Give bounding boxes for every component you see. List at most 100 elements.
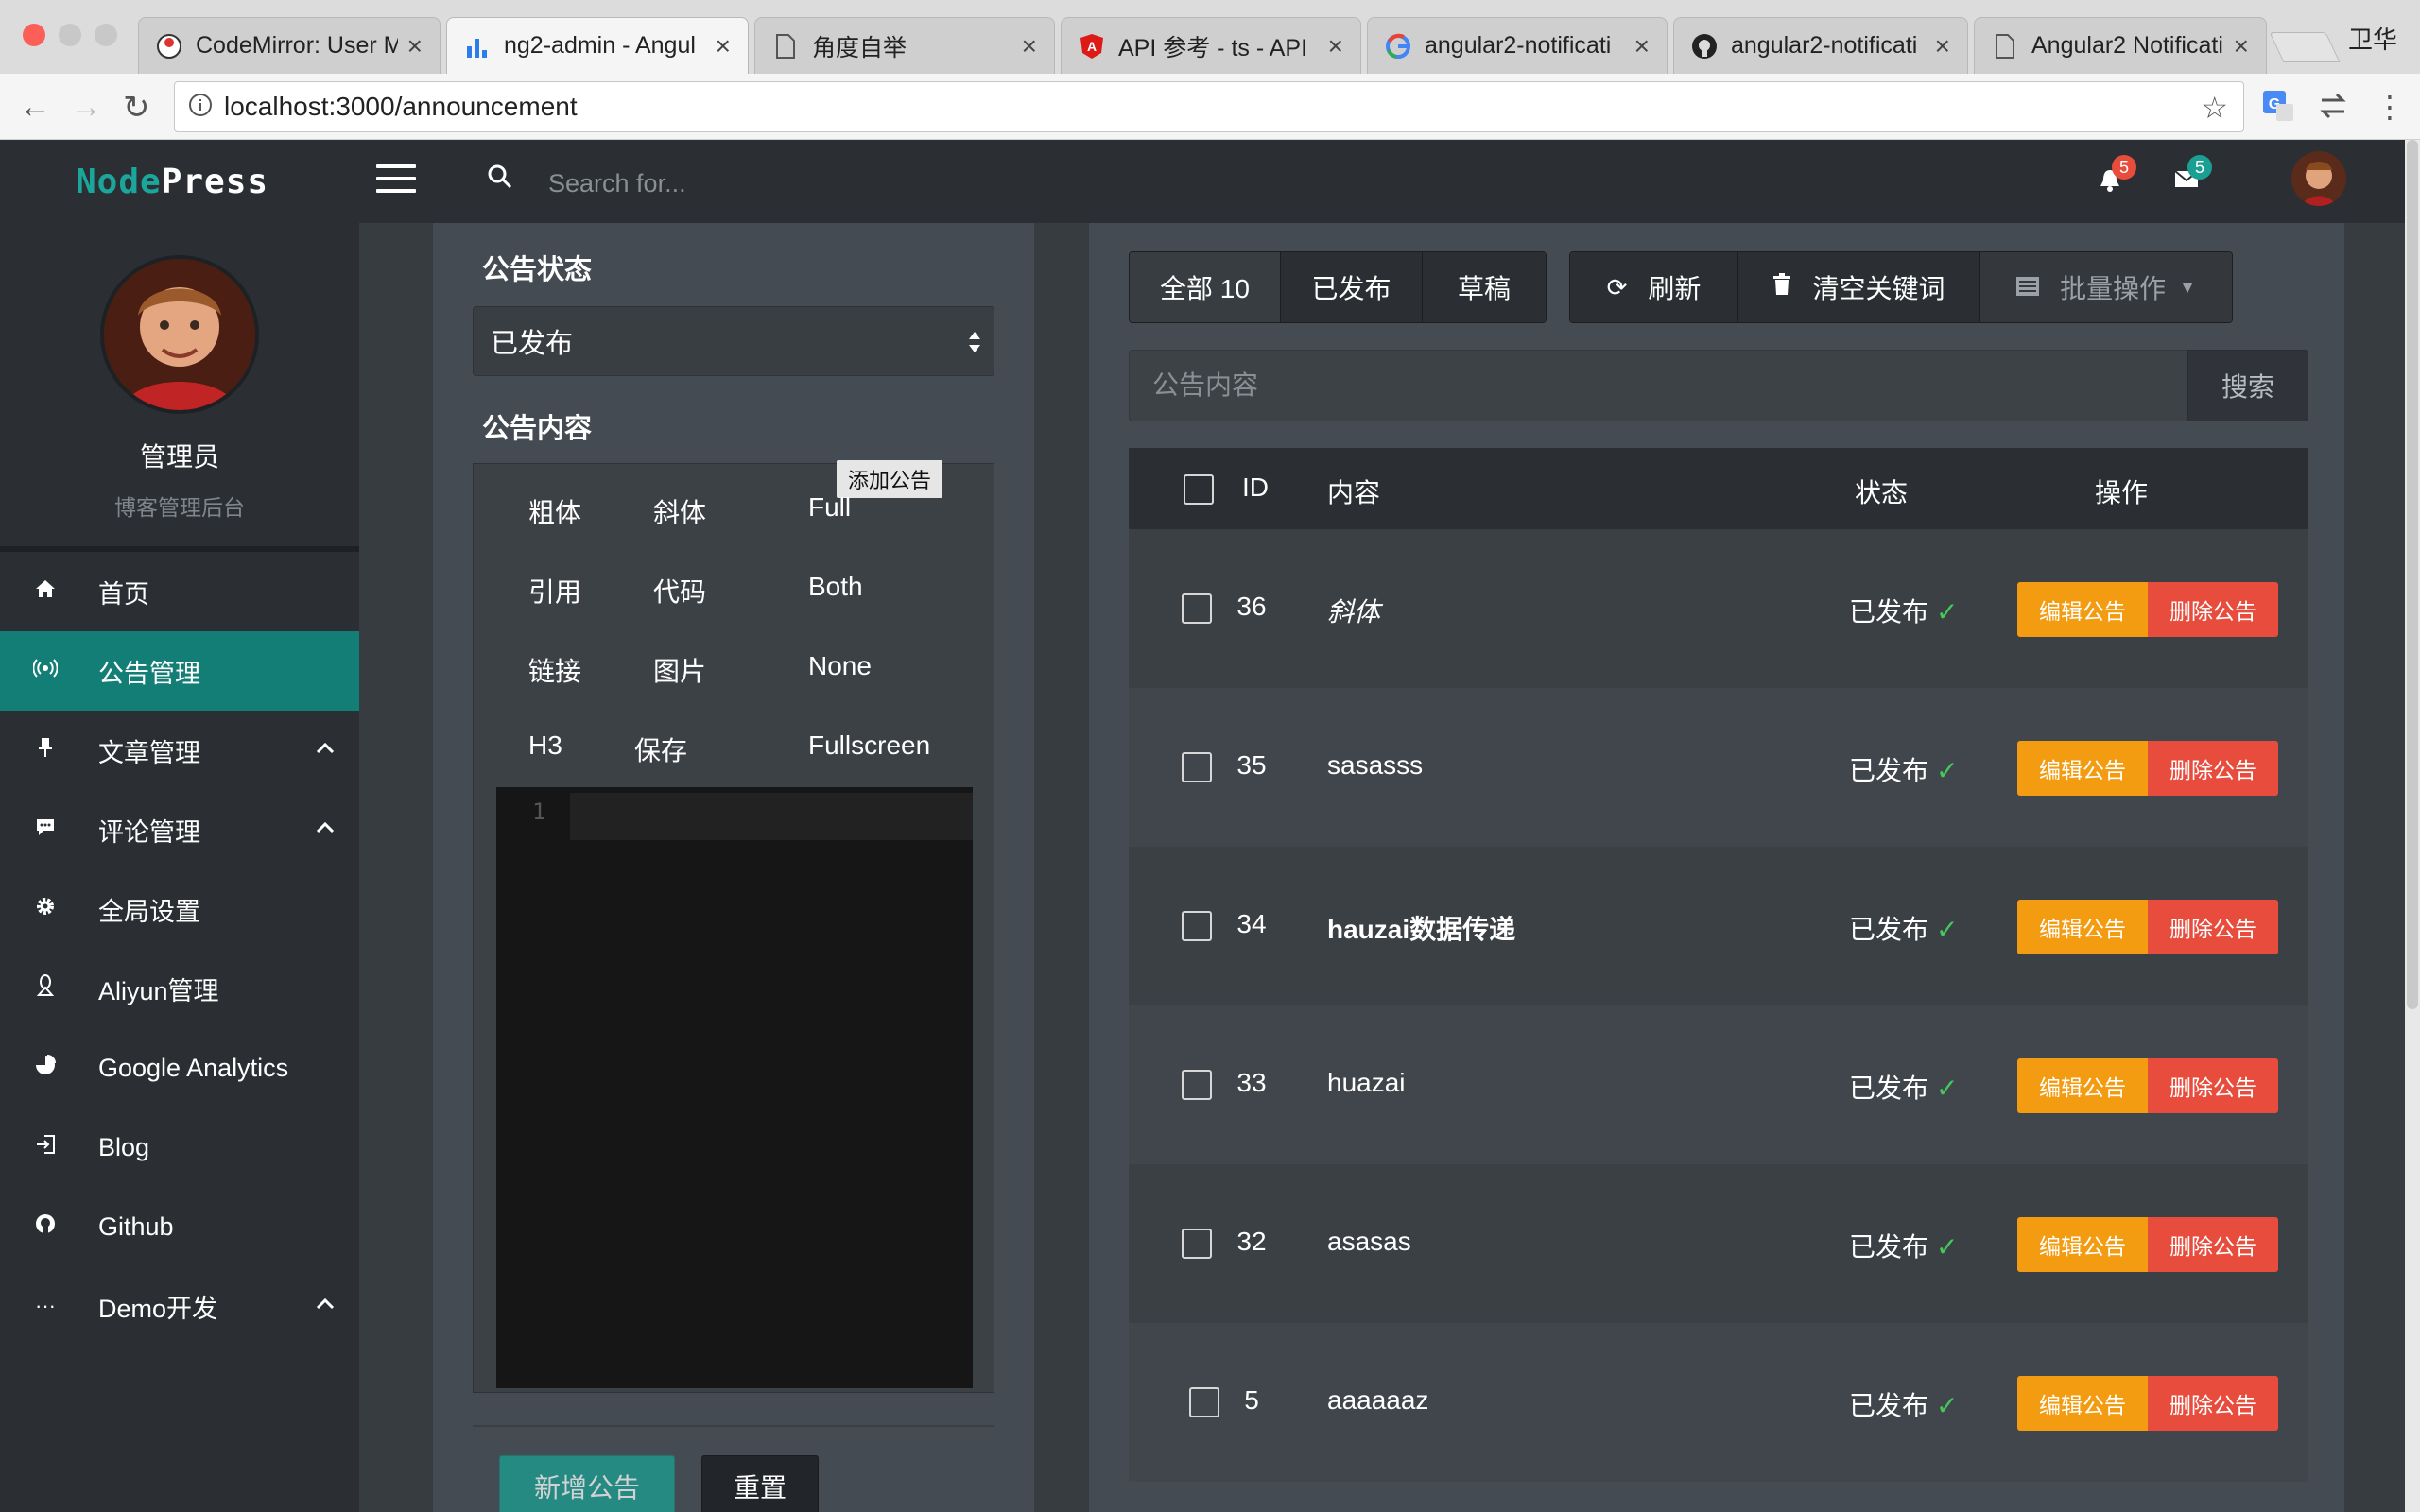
sidebar-item-google-analytics[interactable]: Google Analytics (0, 1028, 359, 1108)
keyword-search-input[interactable] (1129, 350, 2187, 421)
close-icon[interactable]: × (1634, 31, 1650, 61)
row-checkbox[interactable] (1182, 1070, 1212, 1100)
row-content: aaaaaaz (1327, 1385, 1429, 1415)
sidebar-item-blog[interactable]: Blog (0, 1108, 359, 1187)
check-icon: ✓ (1936, 597, 1959, 627)
filter-published-button[interactable]: 已发布 (1281, 252, 1423, 322)
browser-tab[interactable]: 角度自举 × (754, 17, 1055, 74)
select-arrows-icon (969, 332, 980, 352)
sidebar-item-articles[interactable]: 文章管理 (0, 711, 359, 790)
close-icon[interactable]: × (2234, 31, 2249, 61)
profile-username: 管理员 (139, 442, 219, 472)
url-field[interactable]: localhost:3000/announcement ☆ (174, 81, 2244, 132)
delete-announcement-button[interactable]: 删除公告 (2148, 1217, 2278, 1272)
notification-bell-icon[interactable]: 5 (2099, 155, 2136, 195)
sidebar-item-github[interactable]: Github (0, 1187, 359, 1266)
window-zoom-button[interactable] (95, 24, 117, 46)
select-all-checkbox[interactable] (1184, 474, 1214, 505)
sidebar-item-home[interactable]: 首页 (0, 552, 359, 631)
forward-arrow-icon[interactable]: → (70, 89, 102, 126)
user-avatar[interactable] (2291, 151, 2346, 206)
edit-announcement-button[interactable]: 编辑公告 (2017, 1376, 2148, 1431)
page-scrollbar-thumb[interactable] (2407, 140, 2418, 1009)
chevron-up-icon[interactable] (312, 815, 338, 841)
global-search-input[interactable] (548, 164, 1021, 202)
edit-announcement-button[interactable]: 编辑公告 (2017, 582, 2148, 637)
row-status: 已发布 ✓ (1849, 1068, 1958, 1106)
browser-tab[interactable]: CodeMirror: User M × (138, 17, 441, 74)
toolbar-h3-button[interactable]: H3 (528, 730, 562, 761)
toolbar-full-button[interactable]: Full (808, 492, 851, 523)
sidebar-item-announcement[interactable]: 公告管理 (0, 631, 359, 711)
status-select[interactable]: 已发布 (473, 306, 994, 376)
sidebar-item-demo[interactable]: ··· Demo开发 (0, 1266, 359, 1346)
row-checkbox[interactable] (1182, 1228, 1212, 1259)
close-icon[interactable]: × (407, 31, 423, 61)
edit-announcement-button[interactable]: 编辑公告 (2017, 900, 2148, 954)
message-envelope-icon[interactable]: 5 (2174, 155, 2212, 195)
browser-tab-active[interactable]: ng2-admin - Angul × (446, 17, 749, 74)
proxy-extension-icon[interactable] (2316, 89, 2350, 123)
new-tab-button[interactable] (2269, 32, 2341, 62)
toolbar-none-button[interactable]: None (808, 651, 872, 681)
chevron-up-icon[interactable] (312, 735, 338, 762)
toolbar-quote-button[interactable]: 引用 (528, 572, 581, 610)
hamburger-menu-icon[interactable] (376, 164, 416, 193)
close-icon[interactable]: × (716, 31, 731, 61)
row-id: 34 (1236, 909, 1267, 938)
toolbar-code-button[interactable]: 代码 (653, 572, 706, 610)
toolbar-save-button[interactable]: 保存 (634, 730, 687, 768)
toolbar-both-button[interactable]: Both (808, 572, 863, 602)
filter-draft-button[interactable]: 草稿 (1423, 252, 1546, 322)
refresh-button[interactable]: ⟳ 刷新 (1570, 252, 1738, 322)
batch-actions-dropdown[interactable]: 批量操作 ▼ (1980, 252, 2232, 322)
window-minimize-button[interactable] (59, 24, 81, 46)
toolbar-image-button[interactable]: 图片 (653, 651, 706, 689)
row-checkbox[interactable] (1189, 1387, 1219, 1418)
close-icon[interactable]: × (1022, 31, 1037, 61)
toolbar-link-button[interactable]: 链接 (528, 651, 581, 689)
translate-extension-icon[interactable]: G (2261, 89, 2295, 123)
bookmark-star-icon[interactable]: ☆ (2201, 90, 2228, 126)
app-logo[interactable]: NodePress (76, 163, 268, 201)
sidebar-item-settings[interactable]: 全局设置 (0, 869, 359, 949)
row-checkbox[interactable] (1182, 593, 1212, 624)
reload-icon[interactable]: ↻ (123, 89, 150, 127)
delete-announcement-button[interactable]: 删除公告 (2148, 582, 2278, 637)
delete-announcement-button[interactable]: 删除公告 (2148, 1058, 2278, 1113)
chevron-up-icon[interactable] (312, 1291, 338, 1317)
delete-announcement-button[interactable]: 删除公告 (2148, 900, 2278, 954)
code-editor-area[interactable]: 1 (496, 787, 973, 1388)
edit-announcement-button[interactable]: 编辑公告 (2017, 741, 2148, 796)
reset-button[interactable]: 重置 (701, 1455, 819, 1512)
close-icon[interactable]: × (1935, 31, 1950, 61)
menu-dots-icon[interactable]: ⋮ (2375, 89, 2405, 125)
sidebar-item-comments[interactable]: 评论管理 (0, 790, 359, 869)
sidebar-item-aliyun[interactable]: Aliyun管理 (0, 949, 359, 1028)
close-icon[interactable]: × (1328, 31, 1343, 61)
add-announcement-button[interactable]: 新增公告 (499, 1455, 675, 1512)
edit-announcement-button[interactable]: 编辑公告 (2017, 1058, 2148, 1113)
clear-keyword-button[interactable]: 清空关键词 (1738, 252, 1980, 322)
delete-announcement-button[interactable]: 删除公告 (2148, 1376, 2278, 1431)
toolbar-bold-button[interactable]: 粗体 (528, 492, 581, 530)
sign-in-icon (32, 1134, 59, 1160)
row-checkbox[interactable] (1182, 911, 1212, 941)
delete-announcement-button[interactable]: 删除公告 (2148, 741, 2278, 796)
browser-profile-name[interactable]: 卫华 (2348, 21, 2397, 56)
browser-tab[interactable]: angular2-notificati × (1673, 17, 1968, 74)
browser-tab[interactable]: Angular2 Notificati × (1974, 17, 2267, 74)
back-arrow-icon[interactable]: ← (19, 89, 51, 126)
announcement-list-panel: 全部 10 已发布 草稿 ⟳ 刷新 清空关键词 批量操作 ▼ 搜索 ID (1089, 223, 2344, 1512)
filter-all-button[interactable]: 全部 10 (1130, 252, 1281, 322)
browser-tab[interactable]: angular2-notificati × (1367, 17, 1668, 74)
sidebar-item-label: 评论管理 (98, 817, 200, 847)
browser-tab[interactable]: A API 参考 - ts - API × (1061, 17, 1361, 74)
search-button[interactable]: 搜索 (2187, 350, 2308, 421)
toolbar-fullscreen-button[interactable]: Fullscreen (808, 730, 930, 761)
info-icon[interactable] (188, 93, 213, 122)
toolbar-italic-button[interactable]: 斜体 (653, 492, 706, 530)
row-checkbox[interactable] (1182, 752, 1212, 782)
window-close-button[interactable] (23, 24, 45, 46)
edit-announcement-button[interactable]: 编辑公告 (2017, 1217, 2148, 1272)
